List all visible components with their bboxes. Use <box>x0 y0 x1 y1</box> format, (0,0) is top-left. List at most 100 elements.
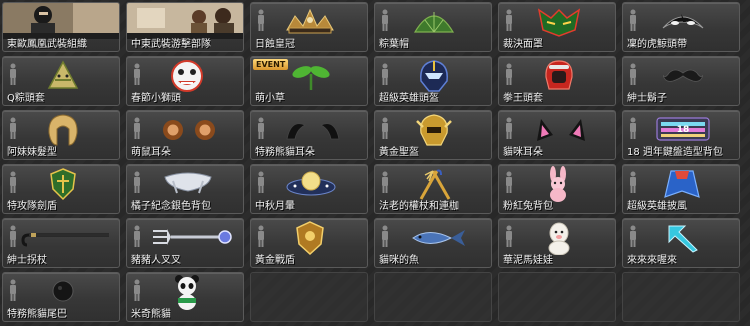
item-cell[interactable]: 華泥馬娃娃 <box>498 218 616 268</box>
item-label: 粉紅兔背包 <box>503 201 553 212</box>
item-cell[interactable]: 春節小獅頭 <box>126 56 244 106</box>
lion-head-icon <box>171 60 203 92</box>
empty-slot <box>622 272 740 322</box>
item-cell[interactable]: 貓咪耳朵 <box>498 110 616 160</box>
item-cell[interactable]: 拳王頭套 <box>498 56 616 106</box>
empty-slot <box>374 272 492 322</box>
item-cell[interactable]: 來來來喔來 <box>622 218 740 268</box>
item-label: 橘子紀念銀色背包 <box>131 201 211 212</box>
sprout-icon <box>292 66 330 90</box>
silver-backpack-icon <box>164 172 212 194</box>
item-label: 黃金聖盔 <box>379 147 419 158</box>
item-cell[interactable]: 中東武裝游擊部隊 <box>126 2 244 52</box>
person-icon <box>10 279 16 301</box>
item-label: 貓咪耳朵 <box>503 147 543 158</box>
item-cell[interactable]: 粉紅兔背包 <box>498 164 616 214</box>
rice-dumpling-icon <box>47 60 79 89</box>
item-cell[interactable]: 黃金聖盔 <box>374 110 492 160</box>
item-cell[interactable]: 東歐鳳凰武裝組織 <box>2 2 120 52</box>
hairstyle-icon <box>48 114 78 146</box>
item-label: 黃金戰盾 <box>255 255 295 266</box>
item-label: 紳士拐杖 <box>7 255 47 266</box>
item-cell[interactable]: 阿妹妹髮型 <box>2 110 120 160</box>
person-icon <box>10 225 16 247</box>
soldier-portrait-icon <box>3 3 119 39</box>
item-cell[interactable]: 中秋月暈 <box>250 164 368 214</box>
person-icon <box>506 9 512 31</box>
item-label: 18 週年鍵盤造型背包 <box>627 147 723 158</box>
item-cell[interactable]: 豬豬人叉叉 <box>126 218 244 268</box>
leaf-hat-icon <box>413 12 455 33</box>
item-cell[interactable]: 紳士拐杖 <box>2 218 120 268</box>
item-cell[interactable]: 粽葉帽 <box>374 2 492 52</box>
item-cell[interactable]: 特務熊貓尾巴 <box>2 272 120 322</box>
item-cell[interactable]: 超級英雄頭盔 <box>374 56 492 106</box>
person-icon <box>506 63 512 85</box>
orca-headband-icon <box>662 14 704 29</box>
item-label: 超級英雄頭盔 <box>379 93 439 104</box>
person-icon <box>382 9 388 31</box>
person-icon <box>258 171 264 193</box>
item-cell[interactable]: 日蝕皇冠 <box>250 2 368 52</box>
item-cell[interactable]: 法老的權杖和連枷 <box>374 164 492 214</box>
event-badge: EVENT <box>253 59 289 70</box>
item-label: 超級英雄披風 <box>627 201 687 212</box>
item-cell[interactable]: 米奇熊貓 <box>126 272 244 322</box>
item-label: 拳王頭套 <box>503 93 543 104</box>
item-label: 中東武裝游擊部隊 <box>131 39 211 50</box>
item-cell[interactable]: 特務熊貓耳朵 <box>250 110 368 160</box>
fork-icon <box>153 229 232 245</box>
item-cell[interactable]: 貓咪的魚 <box>374 218 492 268</box>
item-cell[interactable]: 萌鼠耳朵 <box>126 110 244 160</box>
panda-tail-icon <box>52 280 74 302</box>
person-icon <box>134 117 140 139</box>
person-icon <box>134 279 140 301</box>
item-cell[interactable]: 裁決面罩 <box>498 2 616 52</box>
item-cell[interactable]: 橘子紀念銀色背包 <box>126 164 244 214</box>
moon-halo-icon <box>286 171 336 196</box>
item-label: 萌鼠耳朵 <box>131 147 171 158</box>
empty-slot <box>250 272 368 322</box>
item-label: 特務熊貓尾巴 <box>7 309 67 320</box>
person-icon <box>258 225 264 247</box>
item-cell[interactable]: EVENT 萌小草 <box>250 56 368 106</box>
item-cell[interactable]: 黃金戰盾 <box>250 218 368 268</box>
item-cell[interactable]: 18 18 週年鍵盤造型背包 <box>622 110 740 160</box>
item-cell[interactable]: 凜的虎鯨頭帶 <box>622 2 740 52</box>
item-label: 米奇熊貓 <box>131 309 171 320</box>
item-label: 春節小獅頭 <box>131 93 181 104</box>
item-label: 阿妹妹髮型 <box>7 147 57 158</box>
item-cell[interactable]: 超級英雄披風 <box>622 164 740 214</box>
mustache-icon <box>663 69 703 82</box>
item-label: 萌小草 <box>255 93 285 104</box>
keyboard-backpack-icon: 18 <box>656 117 710 141</box>
person-icon <box>630 171 636 193</box>
item-cell[interactable]: Q粽頭套 <box>2 56 120 106</box>
item-label: 華泥馬娃娃 <box>503 255 553 266</box>
soldiers-portrait-icon <box>127 3 243 39</box>
item-cell[interactable]: 特攻隊劍盾 <box>2 164 120 214</box>
gold-shield-icon <box>296 221 324 256</box>
item-label: Q粽頭套 <box>7 93 45 104</box>
panda-ears-icon <box>286 123 340 140</box>
person-icon <box>134 225 140 247</box>
item-cell[interactable]: 紳士鬍子 <box>622 56 740 106</box>
shield-icon <box>50 168 76 201</box>
item-grid: 東歐鳳凰武裝組織 中東武裝游擊部隊 日蝕皇冠 粽葉帽 裁決面罩 凜的虎鯨頭帶 Q… <box>2 2 740 322</box>
item-label: 東歐鳳凰武裝組織 <box>7 39 87 50</box>
person-icon <box>506 225 512 247</box>
item-label: 來來來喔來 <box>627 255 677 266</box>
mouse-ears-icon <box>163 120 215 140</box>
person-icon <box>506 117 512 139</box>
crown-icon <box>286 8 334 34</box>
empty-slot <box>498 272 616 322</box>
item-label: 貓咪的魚 <box>379 255 419 266</box>
item-label: 中秋月暈 <box>255 201 295 212</box>
person-icon <box>382 171 388 193</box>
person-icon <box>258 9 264 31</box>
person-icon <box>382 117 388 139</box>
gold-helmet-icon <box>416 114 452 146</box>
item-label: 豬豬人叉叉 <box>131 255 181 266</box>
item-label: 紳士鬍子 <box>627 93 667 104</box>
person-icon <box>382 63 388 85</box>
